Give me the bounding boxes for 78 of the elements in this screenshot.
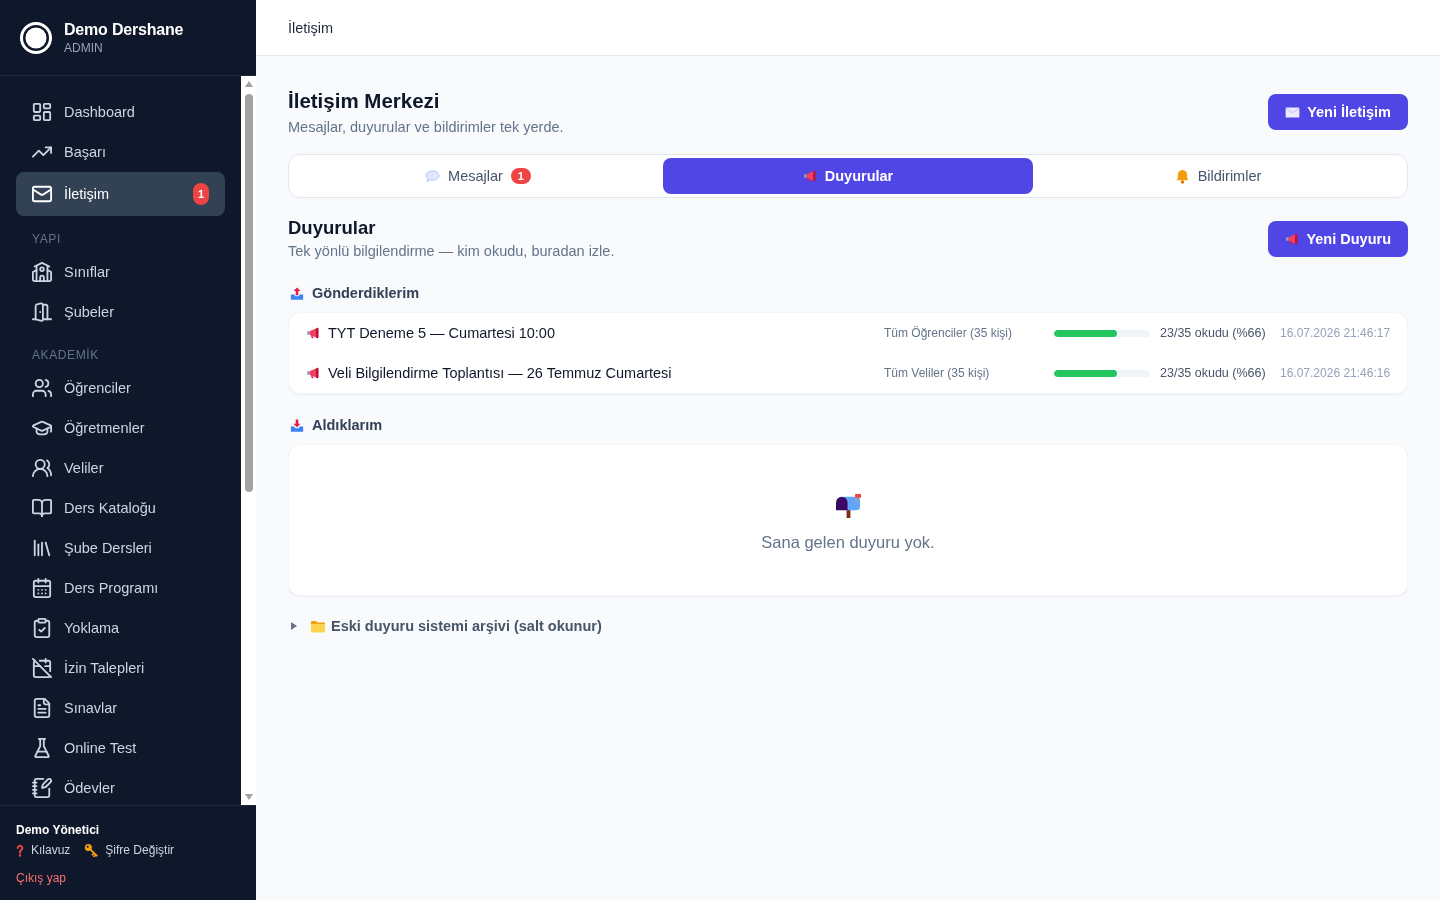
nav-item[interactable]: Ders Programı — [16, 568, 225, 608]
audience-label: Tüm Veliler (35 kişi) — [884, 366, 990, 380]
megaphone-icon — [306, 367, 320, 379]
count-badge: 1 — [193, 183, 209, 205]
school-icon — [32, 262, 52, 282]
notebook-pen-icon — [32, 778, 52, 798]
users-icon — [32, 378, 52, 398]
subsection-heading: Aldıklarım — [312, 416, 383, 435]
nav-item[interactable]: Öğrenciler — [16, 368, 225, 408]
calendar-off-icon — [32, 658, 52, 678]
book-icon — [32, 498, 52, 518]
nav-item[interactable]: Dashboard — [16, 92, 225, 132]
timestamp: 16.07.2026 21:46:17 — [1280, 326, 1391, 340]
nav-section-heading: AKADEMİK — [31, 347, 100, 364]
clipboard-check-icon — [32, 618, 52, 638]
announcement-title: Veli Bilgilendirme Toplantısı — 26 Temmuz Cumartesi — [328, 365, 672, 381]
nav-item[interactable]: Online Test — [16, 728, 225, 768]
section-title: Duyurular — [288, 216, 376, 240]
read-count: 23/35 okudu (%66) — [1160, 366, 1266, 380]
nav-item[interactable]: Sınıflar — [16, 252, 225, 292]
audience-label: Tüm Öğrenciler (35 kişi) — [884, 326, 1013, 340]
key-icon — [84, 843, 99, 857]
new-announcement-button[interactable]: Yeni Duyuru — [1268, 221, 1408, 257]
envelope-icon — [32, 184, 52, 204]
nav-item[interactable]: Veliler — [16, 448, 225, 488]
mailbox-icon — [834, 493, 862, 518]
nav-item[interactable]: Ödevler — [16, 768, 225, 805]
document-icon — [32, 698, 52, 718]
speech-bubble-icon — [425, 169, 441, 183]
scrollbar[interactable] — [241, 76, 256, 805]
nav-item[interactable]: Şubeler — [16, 292, 225, 332]
page-title: İletişim Merkezi — [288, 88, 440, 114]
question-mark-icon — [16, 843, 24, 857]
nav-item[interactable]: Sınavlar — [16, 688, 225, 728]
nav-item[interactable]: Öğretmenler — [16, 408, 225, 448]
nav-item[interactable]: Başarı — [16, 132, 225, 172]
logo-icon — [20, 21, 52, 54]
read-count: 23/35 okudu (%66) — [1160, 326, 1266, 340]
library-icon — [32, 538, 52, 558]
users-icon — [32, 458, 52, 478]
logout-link[interactable]: Çıkış yap — [16, 870, 66, 886]
count-badge: 1 — [510, 168, 531, 184]
envelope-icon — [1285, 106, 1301, 118]
nav-item[interactable]: Yoklama — [16, 608, 225, 648]
nav-item[interactable]: İletişim 1 — [16, 172, 225, 216]
subsection-heading: Gönderdiklerim — [312, 284, 420, 303]
tab[interactable]: Mesajlar 1 — [293, 158, 663, 194]
folder-icon — [310, 619, 326, 633]
grid-icon — [32, 102, 52, 122]
timestamp: 16.07.2026 21:46:16 — [1280, 366, 1391, 380]
empty-state-text: Sana gelen duyuru yok. — [761, 532, 935, 553]
role-label: ADMIN — [64, 39, 104, 56]
new-communication-button[interactable]: Yeni İletişim — [1268, 94, 1408, 130]
tab[interactable]: Duyurular — [663, 158, 1033, 194]
archive-toggle[interactable]: Eski duyuru sistemi arşivi (salt okunur) — [288, 616, 602, 636]
nav-item[interactable]: İzin Talepleri — [16, 648, 225, 688]
announcement-title: TYT Deneme 5 — Cumartesi 10:00 — [328, 325, 555, 341]
calendar-icon — [32, 578, 52, 598]
graduation-cap-icon — [32, 418, 52, 438]
footer-link[interactable]: Kılavuz — [16, 842, 71, 858]
user-name: Demo Yönetici — [16, 822, 101, 838]
page-breadcrumb: İletişim — [288, 19, 334, 36]
nav-item[interactable]: Şube Dersleri — [16, 528, 225, 568]
outbox-tray-icon — [290, 285, 304, 301]
nav-item[interactable]: Ders Kataloğu — [16, 488, 225, 528]
inbox-tray-icon — [290, 417, 304, 433]
megaphone-icon — [802, 170, 817, 182]
tab[interactable]: Bildirimler — [1033, 158, 1403, 194]
bell-icon — [1174, 168, 1190, 184]
footer-link[interactable]: Şifre Değiştir — [84, 842, 175, 858]
brand-name: Demo Dershane — [64, 19, 184, 40]
nav-section-heading: YAPI — [31, 231, 62, 248]
flask-icon — [32, 738, 52, 758]
door-icon — [32, 302, 52, 322]
megaphone-icon — [1285, 233, 1300, 245]
section-subtitle: Tek yönlü bilgilendirme — kim okudu, buradan izle. — [288, 242, 615, 261]
megaphone-icon — [306, 327, 320, 339]
page-subtitle: Mesajlar, duyurular ve bildirimler tek yerde. — [288, 118, 564, 137]
